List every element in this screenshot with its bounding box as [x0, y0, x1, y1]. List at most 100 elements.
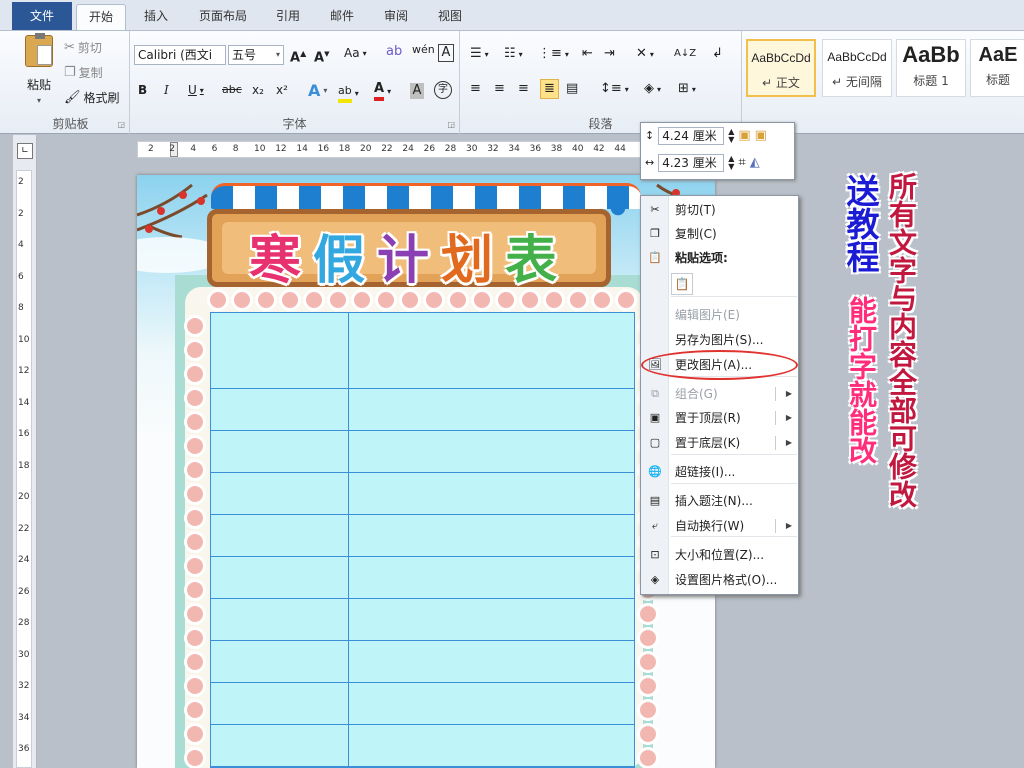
copy-button[interactable]: ❐ 复制 [64, 64, 103, 81]
tab-home[interactable]: 开始 [76, 4, 126, 30]
poster-image[interactable]: 寒假计划表 [137, 175, 715, 768]
dialog-launcher-icon[interactable]: ◲ [117, 120, 125, 129]
shape-height-value[interactable]: 4.24 厘米 [658, 127, 725, 145]
tab-insert[interactable]: 插入 [138, 4, 174, 30]
justify-button[interactable]: ≣ [540, 79, 559, 99]
send-backward-icon[interactable]: ▣ [755, 128, 767, 144]
tab-file[interactable]: 文件 [12, 2, 72, 30]
ruler-number: 10 [254, 144, 266, 154]
show-marks-button[interactable]: ↲ [712, 46, 723, 62]
grow-font-button[interactable]: A▲ [290, 46, 306, 66]
cut-button[interactable]: ✂ 剪切 [64, 39, 102, 56]
change-case-button[interactable]: Aa ▾ [344, 46, 367, 60]
underline-button[interactable]: U ▾ [188, 83, 204, 97]
tab-references[interactable]: 引用 [270, 4, 306, 30]
tab-review[interactable]: 审阅 [378, 4, 414, 30]
align-left-button[interactable]: ≡ [470, 81, 481, 97]
paste-keep-format-icon[interactable]: 📋 [671, 273, 693, 295]
plan-table[interactable] [210, 312, 635, 768]
ruler-number: 24 [402, 144, 414, 154]
line-spacing-button[interactable]: ↕≡ ▾ [600, 81, 629, 97]
poster-title-char: 表 [505, 231, 570, 291]
document-page[interactable]: 寒假计划表 [137, 175, 715, 768]
asian-layout-button[interactable]: ✕ ▾ [636, 46, 654, 62]
context-menu-item[interactable]: ⊡ 大小和位置(Z)... [641, 544, 798, 566]
style-title[interactable]: AaE 标题 [970, 39, 1024, 97]
borders-button[interactable]: ⊞ ▾ [678, 81, 696, 97]
align-right-button[interactable]: ≡ [518, 81, 529, 97]
style-no-spacing[interactable]: AaBbCcDd ↵ 无间隔 [822, 39, 892, 97]
text-effect-button[interactable]: A ▾ [308, 81, 327, 100]
style-name: ↵ 无间隔正文 [762, 76, 800, 90]
shrink-font-button[interactable]: A▼ [314, 46, 329, 66]
context-menu-item[interactable]: 🌐 超链接(I)... [641, 461, 798, 483]
shape-fill-icon[interactable]: ◭ [750, 155, 760, 171]
context-menu-item[interactable]: ❐ 复制(C) [641, 223, 798, 245]
style-heading-1[interactable]: AaBb 标题 1 [896, 39, 966, 97]
italic-button[interactable]: I [164, 83, 169, 97]
increase-indent-button[interactable]: ⇥ [604, 46, 615, 62]
context-menu-item[interactable]: 另存为图片(S)... [641, 329, 798, 351]
char-border-button[interactable]: A [438, 44, 454, 62]
table-row-line [211, 430, 634, 431]
style-preview: AaBbCcDd [751, 51, 811, 65]
spinner-icon[interactable]: ▲ ▼ [728, 155, 734, 171]
tab-layout[interactable]: 页面布局 [190, 4, 256, 30]
decrease-indent-button[interactable]: ⇤ [582, 46, 593, 62]
context-menu-item[interactable]: ⤶ 自动换行(W) ▶ [641, 515, 798, 537]
shape-width-field[interactable]: ↔ 4.23 厘米 ▲ ▼ ⌗ ◭ [645, 154, 760, 172]
subscript-button[interactable]: x₂ [252, 83, 264, 97]
enclose-char-button[interactable]: 字 [434, 81, 452, 99]
scallop-dot [184, 411, 206, 433]
font-name-select[interactable]: Calibri (西文i [134, 45, 226, 65]
align-center-button[interactable]: ≡ [494, 81, 505, 97]
char-shading-button[interactable]: A [410, 83, 424, 99]
poster-title-char: 寒 [248, 231, 313, 291]
tab-selector-icon[interactable]: ∟ [17, 143, 33, 159]
multilevel-list-button[interactable]: ⋮≡ ▾ [538, 46, 569, 62]
dialog-launcher-icon[interactable]: ◲ [447, 120, 455, 129]
highlight-button[interactable]: ab ▾ [338, 83, 359, 103]
strikethrough-button[interactable]: abc [222, 83, 242, 96]
bullets-button[interactable]: ☰ ▾ [470, 46, 489, 62]
shrink-font-icon: A▼ [314, 50, 330, 66]
shape-width-value[interactable]: 4.23 厘米 [658, 154, 725, 172]
paste-button[interactable]: 粘贴 ▾ [22, 33, 56, 105]
clear-format-button[interactable]: ab [386, 44, 402, 60]
vertical-ruler[interactable]: 2 2 4 6 8 10 12 14 16 18 20 22 24 26 28 30 32 34 36 [16, 170, 32, 768]
style-normal[interactable]: AaBbCcDd ↵ 无间隔正文 [746, 39, 816, 97]
poster-title[interactable]: 寒假计划表 [212, 218, 606, 293]
phonetic-guide-button[interactable]: wén [412, 42, 435, 58]
paragraph-group: ☰ ▾ ☷ ▾ ⋮≡ ▾ ⇤ ⇥ ✕ ▾ A↓Z ↲ ≡ ≡ ≡ ≣ ▤ ↕≡ ▾ ◈ ▾ … [460, 31, 742, 134]
font-color-button[interactable]: A ▾ [374, 81, 391, 101]
tab-mailings[interactable]: 邮件 [324, 4, 360, 30]
font-name-value: Calibri (西文i [138, 48, 213, 62]
format-painter-button[interactable]: 🖌 格式刷 [64, 89, 120, 106]
font-size-select[interactable]: 五号 ▾ [228, 45, 284, 65]
crop-icon[interactable]: ⌗ [738, 155, 745, 171]
bring-forward-icon[interactable]: ▣ [738, 128, 750, 144]
context-menu-item[interactable]: ▢ 置于底层(K) ▶ [641, 432, 798, 454]
numbering-button[interactable]: ☷ ▾ [504, 46, 523, 62]
bold-button[interactable]: B [138, 83, 147, 97]
sort-button[interactable]: A↓Z [674, 46, 696, 62]
spinner-icon[interactable]: ▲ ▼ [728, 128, 734, 144]
context-menu-item[interactable]: ▣ 置于顶层(R) ▶ [641, 407, 798, 429]
strikethrough-icon: abc [222, 83, 242, 96]
promo-tutorial-text: 送教程 [841, 174, 880, 273]
context-menu-item[interactable]: 📋 粘贴选项: [641, 247, 798, 269]
shape-height-field[interactable]: ↕ 4.24 厘米 ▲ ▼ ▣ ▣ [645, 127, 767, 145]
context-menu-item[interactable]: ◈ 设置图片格式(O)... [641, 569, 798, 591]
scallop-dot [184, 675, 206, 697]
shading-button[interactable]: ◈ ▾ [644, 81, 661, 97]
width-icon: ↔ [645, 156, 655, 169]
distributed-button[interactable]: ▤ [566, 81, 578, 97]
ruler-number: 44 [614, 144, 626, 154]
awning-decoration [211, 183, 641, 216]
context-menu-item[interactable]: ✂ 剪切(T) [641, 199, 798, 221]
ribbon: 粘贴 ▾ ✂ 剪切 ❐ 复制 🖌 格式刷 剪贴板 ◲ Calibri (西文i 五号 ▾… [0, 30, 1024, 134]
clipboard-group-label: 剪贴板 [52, 117, 89, 131]
context-menu-item[interactable]: ▤ 插入题注(N)... [641, 490, 798, 512]
superscript-button[interactable]: x² [276, 83, 288, 97]
tab-view[interactable]: 视图 [432, 4, 468, 30]
